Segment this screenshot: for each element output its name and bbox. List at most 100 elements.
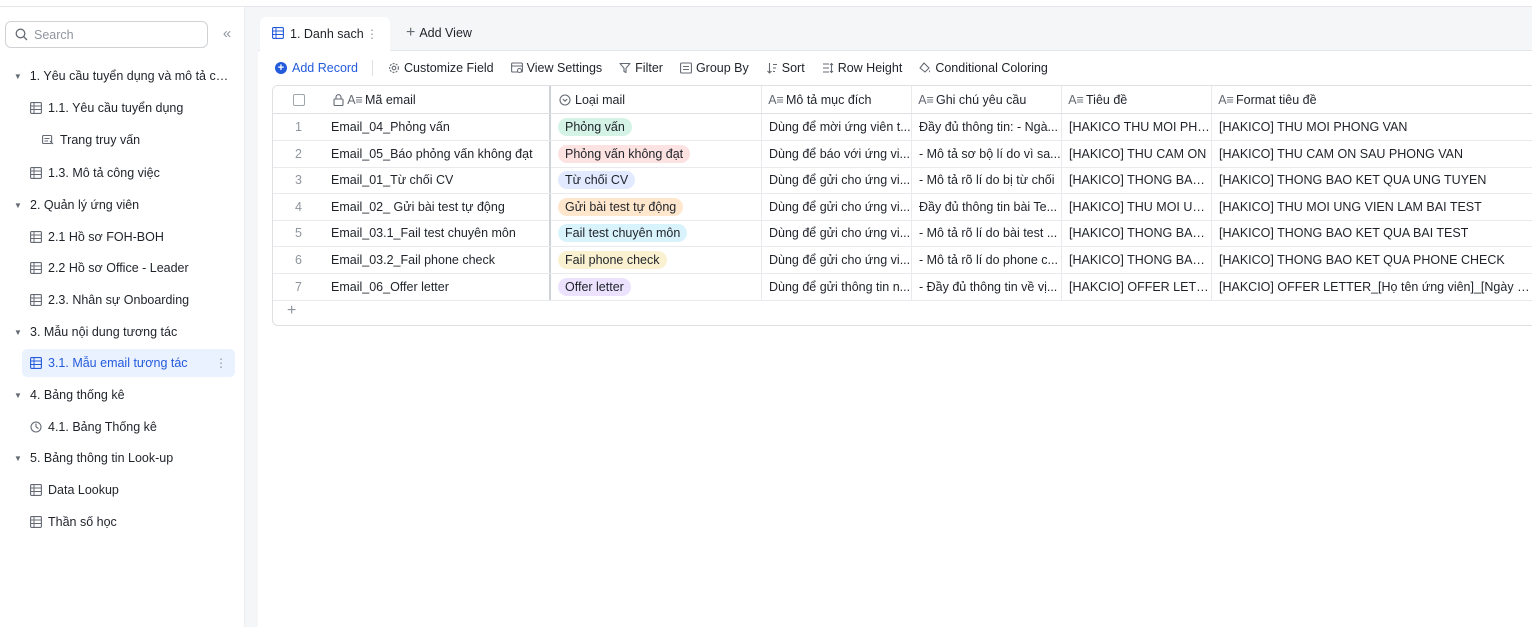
cell-ma-email[interactable]: Email_01_Từ chối CV [324,167,551,194]
caret-down-icon[interactable]: ▼ [12,328,24,337]
sidebar-item-t22[interactable]: 2.2 Hồ sơ Office - Leader [30,254,235,282]
cell-mo-ta[interactable]: Dùng để gửi cho ứng vi... [762,247,912,273]
cell-format-tieu-de[interactable]: [HAKICO] THU MOI UNG VIEN LAM BAI TEST [1212,194,1532,220]
table-row[interactable]: 3 Email_01_Từ chối CV Từ chối CV Dùng để gử… [273,167,1532,195]
cell-ghi-chu[interactable]: - Đầy đủ thông tin về vị... [912,273,1062,300]
cell-mo-ta[interactable]: Dùng để báo với ứng vi... [762,140,912,167]
cell-format-tieu-de[interactable]: [HAKICO] THONG BAO KET QUA BAI TEST [1212,220,1532,246]
add-row-button[interactable]: + [287,302,296,320]
table-row[interactable]: 2 Email_05_Báo phỏng vấn không đạt Phỏng v… [273,140,1532,168]
cell-tieu-de[interactable]: [HAKICO] THONG BAO ... [1062,167,1212,194]
cell-ma-email[interactable]: Email_03.2_Fail phone check [324,247,551,273]
caret-down-icon[interactable]: ▼ [12,201,24,210]
sidebar-item-t13[interactable]: 1.3. Mô tả công việc [30,159,235,187]
sidebar-item-g1[interactable]: ▼ 1. Yêu cầu tuyển dụng và mô tả côn... [12,62,235,90]
cell-format-tieu-de[interactable]: [HAKICO] THONG BAO KET QUA UNG TUYEN [1212,167,1532,193]
tab-danh-sach[interactable]: 1. Danh sach ⋮ [260,17,390,51]
cell-mo-ta[interactable]: Dùng để mời ứng viên t... [762,114,912,140]
cell-ma-email[interactable]: Email_06_Offer letter [324,273,551,300]
search-input[interactable]: Search [5,21,208,48]
cell-mo-ta[interactable]: Dùng để gửi cho ứng vi... [762,193,912,220]
column-header-tieu-de[interactable]: A≡ Tiêu đề [1062,86,1212,113]
cell-tieu-de[interactable]: [HAKICO] THU MOI UN... [1062,193,1212,220]
collapse-sidebar-icon[interactable]: « [218,25,236,43]
group-by-button[interactable]: Group By [679,61,749,75]
cell-ghi-chu[interactable]: Đầy đủ thông tin: - Ngà... [912,114,1062,140]
cell-ghi-chu[interactable]: - Mô tả sơ bộ lí do vì sa... [912,140,1062,167]
cell-ghi-chu-text: Đầy đủ thông tin: - Ngà... [919,120,1058,134]
cell-ma-email-text: Email_05_Báo phỏng vấn không đạt [331,146,533,161]
column-header-loai-mail[interactable]: Loại mail [551,86,762,113]
cell-tieu-de-text: [HAKICO] THU CAM ON [1069,146,1207,161]
cell-ma-email[interactable]: Email_02_ Gửi bài test tự động [324,193,551,220]
sidebar-item-g5[interactable]: ▼ 5. Bảng thông tin Look-up [12,444,235,472]
more-options-icon[interactable]: ⋮ [215,356,227,370]
caret-down-icon[interactable]: ▼ [12,454,24,463]
cell-format-tieu-de[interactable]: [HAKCIO] OFFER LETTER_[Họ tên ứng viên]_… [1212,274,1532,300]
caret-down-icon[interactable]: ▼ [12,72,24,81]
cell-ghi-chu[interactable]: - Mô tả rõ lí do bị từ chối [912,167,1062,194]
single-select-icon [558,93,572,107]
sidebar-item-g4[interactable]: ▼ 4. Bảng thống kê [12,381,235,409]
sidebar-item-t31[interactable]: 3.1. Mẫu email tương tác ⋮ [22,349,235,377]
cell-loai-mail[interactable]: Gửi bài test tự động [551,193,762,220]
tab-more-icon[interactable]: ⋮ [366,27,378,41]
row-height-button[interactable]: Row Height [821,61,902,75]
table-row[interactable]: 5 Email_03.1_Fail test chuyên môn Fail tes… [273,220,1532,248]
cell-format-tieu-de[interactable]: [HAKICO] THU MOI PHONG VAN [1212,114,1532,140]
cell-ghi-chu[interactable]: - Mô tả rõ lí do phone c... [912,247,1062,273]
sidebar-item-t41[interactable]: 4.1. Bảng Thống kê [30,413,235,441]
cell-loai-mail[interactable]: Phỏng vấn [551,114,762,140]
cell-loai-mail[interactable]: Phỏng vấn không đạt [551,140,762,167]
cell-loai-mail[interactable]: Offer letter [551,273,762,300]
sidebar-item-t51[interactable]: Data Lookup [30,476,235,504]
table-row[interactable]: 1 Email_04_Phỏng vấn Phỏng vấn Dùng để mời … [273,114,1532,141]
sidebar-item-t52[interactable]: Thần số học [30,508,235,536]
filter-button[interactable]: Filter [618,61,663,75]
conditional-coloring-button[interactable]: Conditional Coloring [918,61,1048,75]
add-record-button[interactable]: + Add Record [275,61,358,75]
cell-loai-mail[interactable]: Fail test chuyên môn [551,220,762,247]
sort-button[interactable]: Sort [765,61,805,75]
cell-tieu-de[interactable]: [HAKICO] THONG BAO ... [1062,247,1212,273]
sidebar-item-g2[interactable]: ▼ 2. Quản lý ứng viên [12,191,235,219]
sidebar-item-t11[interactable]: 1.1. Yêu cầu tuyển dụng [30,94,235,122]
cell-ghi-chu[interactable]: - Mô tả rõ lí do bài test ... [912,220,1062,247]
column-header-ma-email[interactable]: A≡ Mã email [324,86,551,113]
caret-down-icon[interactable]: ▼ [12,391,24,400]
cell-loai-mail[interactable]: Fail phone check [551,247,762,273]
sidebar-item-g3[interactable]: ▼ 3. Mẫu nội dung tương tác [12,318,235,346]
cell-tieu-de[interactable]: [HAKICO THU MOI PHO... [1062,114,1212,140]
cell-ma-email[interactable]: Email_05_Báo phỏng vấn không đạt [324,140,551,167]
cell-mo-ta[interactable]: Dùng để gửi cho ứng vi... [762,220,912,247]
row-number: 6 [273,247,324,273]
cell-tieu-de[interactable]: [HAKCIO] OFFER LETTE... [1062,273,1212,300]
cell-format-tieu-de[interactable]: [HAKICO] THU CAM ON SAU PHONG VAN [1212,141,1532,167]
cell-loai-mail[interactable]: Từ chối CV [551,167,762,194]
cell-ma-email[interactable]: Email_03.1_Fail test chuyên môn [324,220,551,247]
cell-mo-ta[interactable]: Dùng để gửi thông tin n... [762,273,912,300]
sidebar-item-t23[interactable]: 2.3. Nhân sự Onboarding [30,286,235,314]
cell-tieu-de[interactable]: [HAKICO] THU CAM ON [1062,140,1212,167]
cell-format-tieu-de[interactable]: [HAKICO] THONG BAO KET QUA PHONE CHECK [1212,247,1532,273]
sidebar-item-t12[interactable]: Trang truy vấn [42,126,235,154]
cell-tieu-de[interactable]: [HAKICO] THONG BAO ... [1062,220,1212,247]
select-all-cell[interactable] [273,86,324,113]
table-row[interactable]: 7 Email_06_Offer letter Offer letter Dùng đ… [273,273,1532,301]
column-header-mo-ta[interactable]: A≡ Mô tả mục đích [762,86,912,113]
cell-mo-ta[interactable]: Dùng để gửi cho ứng vi... [762,167,912,194]
grid-table-icon [30,102,42,114]
select-all-checkbox[interactable] [292,93,305,106]
cell-ghi-chu[interactable]: Đầy đủ thông tin bài Te... [912,193,1062,220]
column-header-ghi-chu[interactable]: A≡ Ghi chú yêu cầu [912,86,1062,113]
table-row[interactable]: 6 Email_03.2_Fail phone check Fail phone c… [273,247,1532,274]
mail-type-tag: Offer letter [558,277,631,296]
sidebar-item-t21[interactable]: 2.1 Hồ sơ FOH-BOH [30,223,235,251]
add-view-button[interactable]: + Add View [406,25,472,41]
gear-icon [387,61,401,75]
cell-ma-email[interactable]: Email_04_Phỏng vấn [324,114,551,140]
customize-field-button[interactable]: Customize Field [387,61,494,75]
view-settings-button[interactable]: View Settings [510,61,602,75]
table-row[interactable]: 4 Email_02_ Gửi bài test tự động Gửi bài t… [273,193,1532,221]
column-header-format-tieu-de[interactable]: A≡ Format tiêu đề [1212,86,1532,113]
